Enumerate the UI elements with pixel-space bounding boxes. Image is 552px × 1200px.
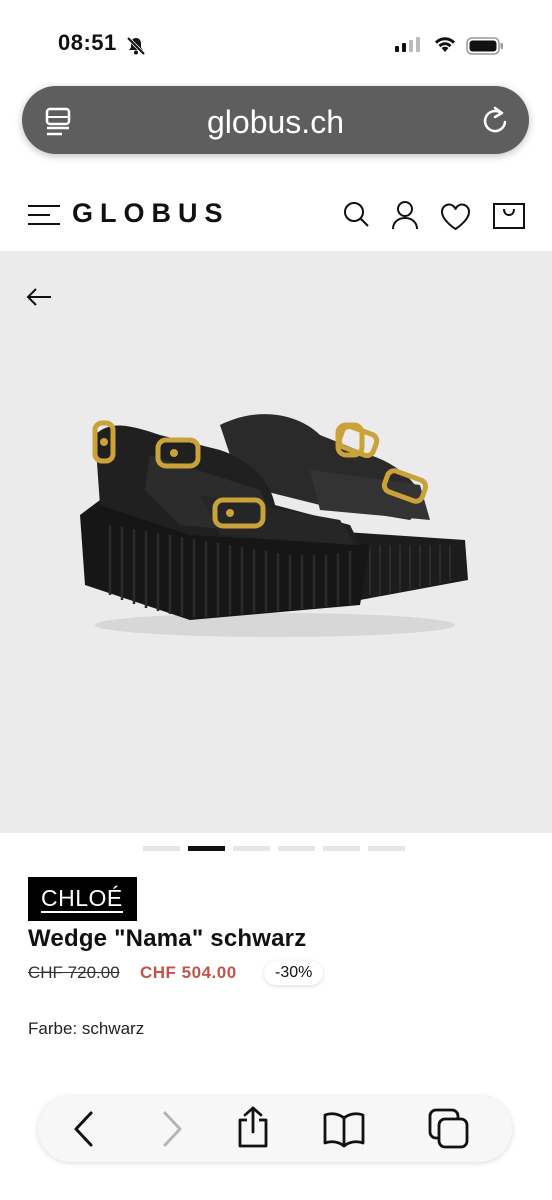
pagination-dot[interactable] [143, 846, 180, 851]
menu-icon[interactable] [28, 204, 62, 226]
original-price: CHF 720.00 [28, 963, 120, 982]
brand-name[interactable]: CHLOÉ [41, 885, 123, 913]
back-arrow-icon[interactable] [26, 287, 52, 307]
wifi-icon [435, 37, 455, 52]
sale-price: CHF 504.00 [140, 963, 237, 982]
heart-icon[interactable] [440, 203, 471, 231]
bell-slash-icon [126, 36, 146, 56]
pagination-dot-active[interactable] [188, 846, 225, 851]
chevron-left-icon[interactable] [72, 1110, 96, 1148]
status-time: 08:51 [58, 30, 117, 55]
bookmarks-icon[interactable] [322, 1110, 366, 1148]
url-bar[interactable]: globus.ch [22, 86, 529, 154]
brand-label[interactable]: CHLOÉ [28, 877, 137, 921]
bag-icon[interactable] [493, 203, 525, 229]
gallery-pagination[interactable] [143, 846, 405, 851]
pagination-dot[interactable] [278, 846, 315, 851]
pagination-dot[interactable] [323, 846, 360, 851]
account-icon[interactable] [391, 200, 419, 230]
url-text[interactable]: globus.ch [22, 104, 529, 141]
reload-icon[interactable] [481, 104, 511, 136]
sandal-image [80, 414, 468, 637]
color-label: Farbe: schwarz [28, 1019, 145, 1038]
share-icon[interactable] [235, 1106, 271, 1148]
signal-icon [395, 37, 420, 52]
product-title: Wedge "Nama" schwarz [28, 925, 307, 952]
pagination-dot[interactable] [368, 846, 405, 851]
tabs-icon[interactable] [428, 1108, 470, 1150]
chevron-right-icon[interactable] [160, 1110, 184, 1148]
site-logo[interactable]: GLOBUS [72, 198, 230, 229]
pagination-dot[interactable] [233, 846, 270, 851]
search-icon[interactable] [342, 200, 370, 228]
discount-badge: -30% [264, 961, 324, 985]
battery-icon [466, 37, 503, 55]
browser-toolbar [38, 1096, 512, 1162]
